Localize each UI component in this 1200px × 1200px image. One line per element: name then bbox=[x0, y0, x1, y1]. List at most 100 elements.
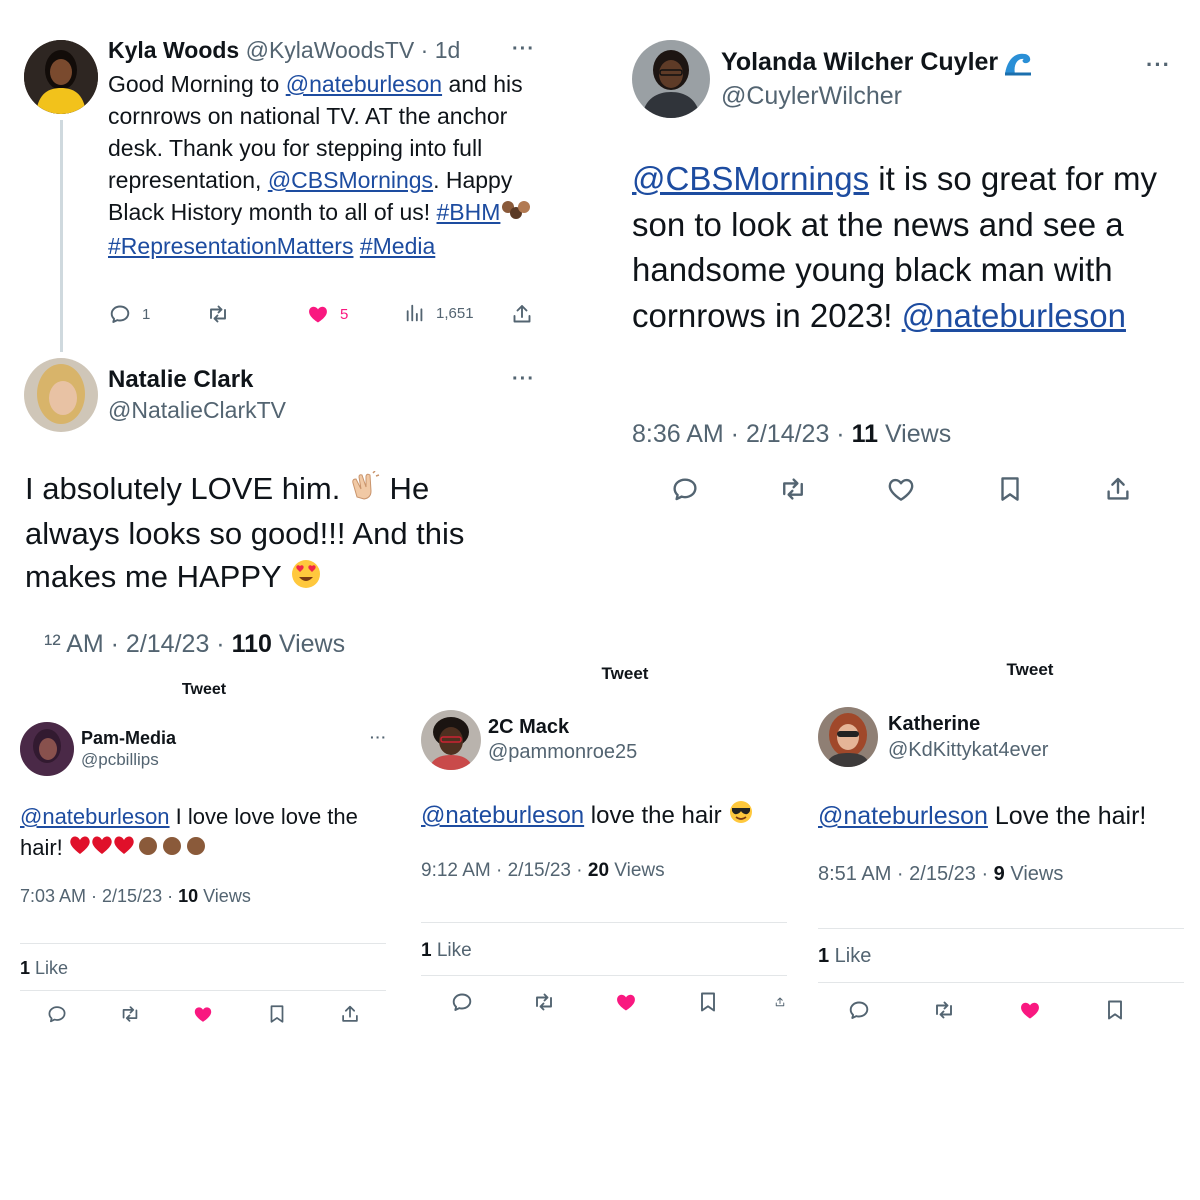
more-options-button[interactable]: ··· bbox=[512, 38, 535, 61]
avatar[interactable] bbox=[24, 40, 98, 114]
share-button[interactable] bbox=[774, 990, 786, 1014]
bookmark-button[interactable] bbox=[1103, 998, 1127, 1022]
reply-button[interactable]: 1 bbox=[108, 302, 150, 326]
views-label: Views bbox=[878, 420, 952, 448]
views-label: Views bbox=[609, 860, 665, 881]
mention-link[interactable]: @nateburleson bbox=[421, 802, 584, 829]
tweet-text: @nateburleson Love the hair! bbox=[818, 800, 1188, 832]
timestamp-line: ¹² AM · 2/14/23 · 110 Views bbox=[44, 630, 345, 659]
bookmark-button[interactable] bbox=[995, 474, 1025, 504]
reply-button[interactable] bbox=[847, 998, 871, 1022]
handle[interactable]: @NatalieClarkTV bbox=[108, 397, 286, 424]
bookmark-button[interactable] bbox=[696, 990, 720, 1014]
share-icon bbox=[774, 990, 786, 1014]
display-name[interactable]: Katherine bbox=[888, 713, 980, 736]
timestamp-line: 7:03 AM · 2/15/23 · 10 Views bbox=[20, 886, 251, 907]
hashtag-link[interactable]: #RepresentationMatters bbox=[108, 233, 353, 259]
display-name[interactable]: Yolanda Wilcher Cuyler bbox=[721, 48, 998, 76]
text-segment: Good Morning to bbox=[108, 71, 286, 97]
likes-summary[interactable]: 1 Like bbox=[818, 945, 871, 968]
display-name[interactable]: Pam-Media bbox=[81, 728, 176, 749]
likes-summary[interactable]: 1 Like bbox=[20, 958, 68, 979]
timestamp[interactable]: 7:03 AM · 2/15/23 · bbox=[20, 886, 178, 906]
mention-link[interactable]: @CBSMornings bbox=[268, 167, 433, 193]
share-button[interactable] bbox=[339, 1003, 361, 1025]
tweet-text: @nateburleson love the hair bbox=[421, 799, 791, 834]
retweet-icon bbox=[778, 474, 808, 504]
reply-icon bbox=[450, 990, 474, 1014]
retweet-button[interactable] bbox=[932, 998, 956, 1022]
mention-link[interactable]: @nateburleson bbox=[902, 297, 1126, 334]
mention-link[interactable]: @nateburleson bbox=[818, 802, 988, 830]
mention-link[interactable]: @nateburleson bbox=[286, 71, 442, 97]
mention-link[interactable]: @nateburleson bbox=[20, 804, 170, 829]
heart-filled-icon bbox=[306, 302, 330, 326]
reply-button[interactable] bbox=[670, 474, 700, 504]
timestamp-line: 8:51 AM · 2/15/23 · 9 Views bbox=[818, 863, 1063, 886]
hearts-and-clapping-emoji-icon bbox=[69, 832, 205, 866]
more-options-button[interactable]: ··· bbox=[512, 368, 535, 391]
more-options-button[interactable]: ··· bbox=[370, 729, 387, 745]
display-name[interactable]: Natalie Clark bbox=[108, 366, 253, 394]
divider bbox=[818, 928, 1184, 929]
handle-and-time[interactable]: @KylaWoodsTV · 1d bbox=[246, 37, 461, 63]
views-count: 11 bbox=[851, 420, 879, 448]
handle[interactable]: @pcbillips bbox=[81, 750, 159, 770]
clapping-hands-emoji-icon bbox=[349, 469, 381, 512]
tweet-text: I absolutely LOVE him. He always looks s… bbox=[25, 467, 525, 601]
likes-label: Like bbox=[30, 958, 69, 978]
thread-line bbox=[60, 120, 63, 352]
retweet-icon bbox=[206, 302, 230, 326]
avatar[interactable] bbox=[24, 358, 98, 432]
retweet-button[interactable] bbox=[119, 1003, 141, 1025]
display-name[interactable]: Kyla Woods bbox=[108, 37, 239, 63]
avatar[interactable] bbox=[818, 707, 878, 767]
heart-eyes-emoji-icon bbox=[290, 558, 322, 601]
reply-icon bbox=[46, 1003, 68, 1025]
like-button[interactable] bbox=[1018, 998, 1042, 1022]
avatar[interactable] bbox=[632, 40, 710, 118]
heart-filled-icon bbox=[614, 990, 638, 1014]
views-label: Views bbox=[1004, 863, 1064, 885]
bookmark-icon bbox=[696, 990, 720, 1014]
mention-link[interactable]: @CBSMornings bbox=[632, 160, 869, 197]
likes-summary[interactable]: 1 Like bbox=[421, 940, 472, 962]
reply-icon bbox=[670, 474, 700, 504]
like-button[interactable] bbox=[192, 1003, 214, 1025]
views-count: 20 bbox=[587, 860, 610, 881]
divider bbox=[421, 922, 787, 923]
share-button[interactable] bbox=[510, 302, 534, 326]
raised-fists-emoji-icon bbox=[500, 198, 534, 230]
share-icon bbox=[510, 302, 534, 326]
reply-button[interactable] bbox=[46, 1003, 68, 1025]
heart-icon bbox=[886, 474, 916, 504]
timestamp[interactable]: 9:12 AM · 2/15/23 · bbox=[421, 860, 588, 881]
handle[interactable]: @KdKittykat4ever bbox=[888, 739, 1048, 762]
timestamp[interactable]: 8:51 AM · 2/15/23 · bbox=[818, 863, 994, 885]
like-button[interactable] bbox=[886, 474, 916, 504]
share-button[interactable] bbox=[1103, 474, 1133, 504]
handle[interactable]: @CuylerWilcher bbox=[721, 82, 902, 111]
tweet-page-title: Tweet bbox=[1006, 660, 1054, 679]
like-button[interactable]: 5 bbox=[306, 302, 348, 326]
retweet-button[interactable] bbox=[206, 302, 230, 326]
retweet-button[interactable] bbox=[532, 990, 556, 1014]
retweet-button[interactable] bbox=[778, 474, 808, 504]
views-count: 110 bbox=[231, 630, 272, 658]
hashtag-link[interactable]: #BHM bbox=[437, 199, 501, 225]
views-button[interactable]: 1,651 bbox=[404, 302, 474, 324]
handle[interactable]: @pammonroe25 bbox=[488, 741, 637, 764]
display-name[interactable]: 2C Mack bbox=[488, 716, 569, 739]
more-options-button[interactable]: ··· bbox=[1146, 52, 1171, 78]
wave-emoji-icon bbox=[1003, 50, 1033, 81]
hashtag-link[interactable]: #Media bbox=[360, 233, 435, 259]
reply-button[interactable] bbox=[450, 990, 474, 1014]
like-button[interactable] bbox=[614, 990, 638, 1014]
bookmark-button[interactable] bbox=[266, 1003, 288, 1025]
avatar[interactable] bbox=[421, 710, 481, 770]
timestamp[interactable]: ¹² AM · 2/14/23 · bbox=[44, 630, 232, 658]
timestamp[interactable]: 8:36 AM · 2/14/23 · bbox=[632, 420, 852, 448]
text-segment: Love the hair! bbox=[987, 802, 1147, 830]
avatar[interactable] bbox=[20, 722, 74, 776]
divider bbox=[20, 990, 386, 991]
